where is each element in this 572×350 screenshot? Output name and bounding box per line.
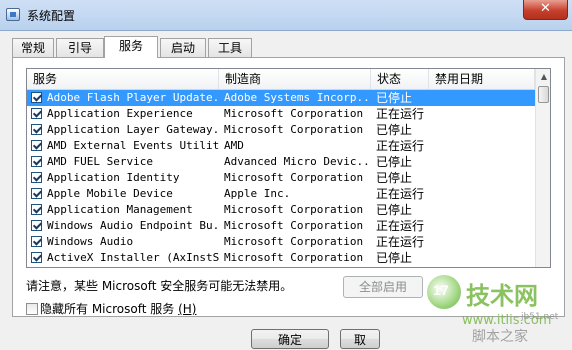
- service-vendor: Microsoft Corporation: [224, 123, 364, 136]
- watermark-brand: 技术网: [466, 283, 538, 310]
- service-status: 已停止: [376, 91, 413, 105]
- service-name: Adobe Flash Player Update...: [47, 91, 219, 104]
- service-status: 正在运行: [376, 107, 425, 121]
- service-name: Application Experience: [47, 107, 193, 120]
- table-row[interactable]: Application Layer Gateway... Microsoft Co…: [27, 122, 535, 138]
- service-checkbox[interactable]: [31, 236, 42, 247]
- services-list[interactable]: 服务 制造商 状态 禁用日期 Adobe Flash Player Update…: [26, 68, 551, 268]
- column-header-status[interactable]: 状态: [371, 69, 429, 89]
- service-name: AMD FUEL Service: [47, 155, 153, 168]
- table-row[interactable]: AMD FUEL Service Advanced Micro Devic... 已…: [27, 154, 535, 170]
- service-name: Application Management: [47, 203, 193, 216]
- service-name: Application Identity: [47, 171, 180, 184]
- service-checkbox[interactable]: [31, 108, 42, 119]
- service-vendor: Microsoft Corporation: [224, 219, 364, 232]
- scroll-up-icon[interactable]: ▲: [536, 69, 550, 85]
- service-vendor: AMD: [224, 139, 244, 152]
- service-name: Windows Audio Endpoint Bu...: [47, 219, 219, 232]
- column-header-service[interactable]: 服务: [27, 69, 219, 89]
- service-checkbox[interactable]: [31, 124, 42, 135]
- table-row[interactable]: Application Identity Microsoft Corporatio…: [27, 170, 535, 186]
- column-header-vendor[interactable]: 制造商: [219, 69, 371, 89]
- column-header-disabled-date[interactable]: 禁用日期: [429, 69, 535, 89]
- close-button[interactable]: ✕: [523, 0, 568, 20]
- service-checkbox[interactable]: [31, 220, 42, 231]
- system-config-icon: [6, 8, 20, 21]
- tab-tools[interactable]: 工具: [208, 38, 252, 57]
- table-row[interactable]: ActiveX Installer (AxInstSV) Microsoft Co…: [27, 250, 535, 266]
- service-vendor: Microsoft Corporation: [224, 107, 364, 120]
- table-row[interactable]: Apple Mobile Device Apple Inc. 正在运行: [27, 186, 535, 202]
- tab-startup[interactable]: 启动: [160, 38, 206, 57]
- service-vendor: Advanced Micro Devic...: [224, 155, 369, 168]
- service-checkbox[interactable]: [31, 204, 42, 215]
- enable-all-button[interactable]: 全部启用: [343, 276, 423, 298]
- table-row[interactable]: AMD External Events Utility AMD 正在运行: [27, 138, 535, 154]
- service-status: 已停止: [376, 171, 413, 185]
- service-vendor: Adobe Systems Incorp...: [224, 91, 369, 104]
- list-header: 服务 制造商 状态 禁用日期: [27, 69, 535, 90]
- service-checkbox[interactable]: [31, 156, 42, 167]
- table-row[interactable]: Windows Audio Endpoint Bu... Microsoft Co…: [27, 218, 535, 234]
- tab-services[interactable]: 服务: [104, 36, 158, 58]
- ok-button[interactable]: 确定: [251, 329, 329, 349]
- service-checkbox[interactable]: [31, 188, 42, 199]
- notice-text: 请注意，某些 Microsoft 安全服务可能无法禁用。: [26, 279, 293, 293]
- service-checkbox[interactable]: [31, 252, 42, 263]
- watermark-site: 脚本之家: [472, 329, 528, 345]
- service-status: 已停止: [376, 123, 413, 137]
- vertical-scrollbar[interactable]: ▲: [535, 69, 550, 267]
- scroll-thumb[interactable]: [538, 86, 549, 103]
- service-status: 正在运行: [376, 219, 425, 233]
- table-row[interactable]: Application Management Microsoft Corporat…: [27, 202, 535, 218]
- title-bar: 系统配置 ✕: [0, 0, 572, 31]
- service-status: 正在运行: [376, 187, 425, 201]
- service-checkbox[interactable]: [31, 140, 42, 151]
- table-row[interactable]: Windows Audio Microsoft Corporation 正在运行: [27, 234, 535, 250]
- service-name: Apple Mobile Device: [47, 187, 173, 200]
- service-status: 正在运行: [376, 235, 425, 249]
- service-checkbox[interactable]: [31, 172, 42, 183]
- hide-ms-label: 隐藏所有 Microsoft 服务 (H): [40, 302, 197, 316]
- service-status: 正在运行: [376, 139, 425, 153]
- service-vendor: Microsoft Corporation: [224, 235, 364, 248]
- service-checkbox[interactable]: [31, 92, 42, 103]
- tab-general[interactable]: 常规: [12, 38, 54, 57]
- tab-boot[interactable]: 引导: [56, 38, 104, 57]
- service-vendor: Microsoft Corporation: [224, 251, 364, 264]
- service-vendor: Microsoft Corporation: [224, 171, 364, 184]
- cancel-button[interactable]: 取: [340, 329, 380, 349]
- watermark-logo: [427, 275, 461, 309]
- service-vendor: Apple Inc.: [224, 187, 291, 200]
- table-row[interactable]: Application Experience Microsoft Corporat…: [27, 106, 535, 122]
- hide-ms-checkbox[interactable]: [26, 303, 38, 315]
- table-row[interactable]: Adobe Flash Player Update... Adobe System…: [27, 90, 535, 106]
- service-vendor: Microsoft Corporation: [224, 203, 364, 216]
- service-name: AMD External Events Utility: [47, 139, 219, 152]
- service-status: 已停止: [376, 203, 413, 217]
- service-name: Application Layer Gateway...: [47, 123, 219, 136]
- service-name: Windows Audio: [47, 235, 134, 248]
- service-status: 已停止: [376, 251, 413, 265]
- service-status: 已停止: [376, 155, 413, 169]
- window-title: 系统配置: [27, 9, 76, 23]
- service-name: ActiveX Installer (AxInstSV): [47, 251, 219, 264]
